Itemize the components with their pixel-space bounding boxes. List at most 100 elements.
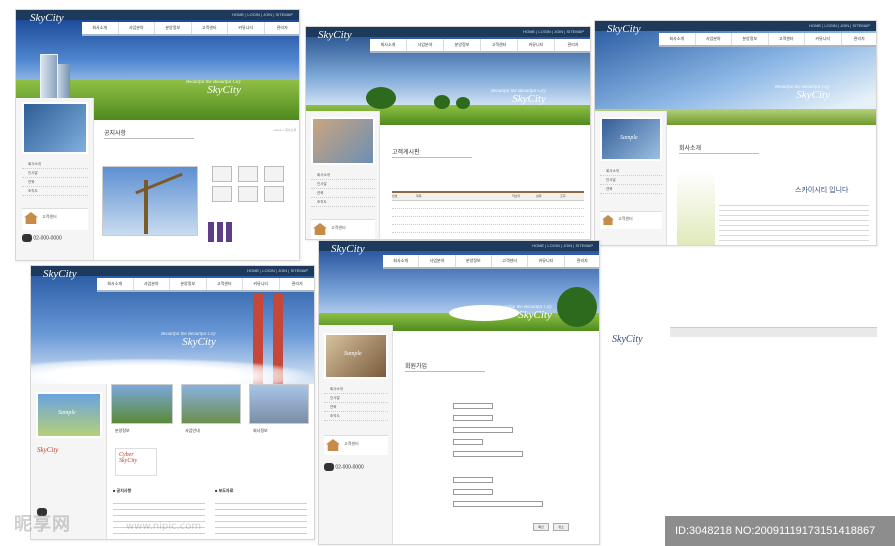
submit-button[interactable]: 확인	[533, 523, 549, 531]
site-logo[interactable]: SkyCity	[607, 23, 641, 35]
nav-item[interactable]: 고객센터	[192, 22, 228, 34]
nav-item[interactable]: 관리자	[265, 22, 300, 34]
hero-banner: Beautiful the Beautiful City SkyCity	[31, 276, 314, 384]
sidebar-item[interactable]: 연혁	[22, 178, 88, 187]
site-logo[interactable]: SkyCity	[43, 268, 77, 280]
nav-item[interactable]: 사업분야	[419, 255, 456, 267]
nav-item[interactable]: 커뮤니티	[518, 39, 555, 51]
form-field[interactable]	[453, 439, 483, 445]
sidebar-item[interactable]: 연혁	[324, 403, 388, 412]
news-list	[215, 498, 307, 534]
site-mockup-3: HOME | LOGIN | JOIN | SITEMAP Beautiful …	[594, 20, 877, 246]
nav-item[interactable]: 고객센터	[769, 33, 805, 45]
house-icon	[326, 439, 340, 451]
sidebar-item[interactable]: 회사소개	[324, 385, 388, 394]
table-header: 번호 제목 작성자 날짜 조회	[392, 191, 584, 201]
about-text	[719, 201, 869, 241]
thumb-caption: 사업안내	[185, 428, 200, 433]
sidebar-item[interactable]: 인사말	[22, 169, 88, 178]
photo-thumb[interactable]	[111, 384, 173, 424]
support-box: 고객센터	[311, 219, 375, 239]
table-row[interactable]	[392, 201, 584, 209]
sidebar-item[interactable]: 연혁	[311, 189, 375, 198]
nav-item[interactable]: 관리자	[280, 278, 315, 290]
sample-label: Sample	[620, 135, 638, 141]
hero-small-text: Beautiful the Beautiful City	[491, 89, 546, 94]
sidebar-item[interactable]: 회사소개	[22, 160, 88, 169]
nav-item[interactable]: 고객센터	[492, 255, 529, 267]
nav-item[interactable]: 분양정보	[170, 278, 207, 290]
form-field[interactable]	[453, 427, 513, 433]
sidebar-item[interactable]: 회사소개	[311, 171, 375, 180]
sidebar-item[interactable]: 조직도	[311, 198, 375, 207]
nav-item[interactable]: 관리자	[842, 33, 877, 45]
hero-large-text: SkyCity	[207, 84, 241, 96]
sample-photo: Sample	[36, 392, 102, 438]
sidebar-item[interactable]: 인사말	[600, 176, 662, 185]
cyber-banner[interactable]: Cyber SkyCity	[115, 448, 157, 476]
page-title: 고객게시판	[392, 147, 472, 158]
nav-item[interactable]: 회사소개	[97, 278, 134, 290]
thumb-caption: 회사정보	[253, 428, 268, 433]
form-field[interactable]	[453, 489, 493, 495]
sidebar-menu: 회사소개 인사말 연혁	[600, 167, 662, 194]
nav-item[interactable]: 회사소개	[659, 33, 696, 45]
form-field[interactable]	[453, 451, 523, 457]
cancel-button[interactable]: 취소	[553, 523, 569, 531]
sidebar-item[interactable]: 회사소개	[600, 167, 662, 176]
photo-thumb[interactable]	[249, 384, 309, 424]
sidebar-item[interactable]: 인사말	[311, 180, 375, 189]
nav-item[interactable]: 사업분야	[134, 278, 170, 290]
hero-small-text: Beautiful the Beautiful City	[186, 80, 241, 85]
table-row[interactable]	[392, 209, 584, 217]
form-field[interactable]	[453, 501, 543, 507]
nav-item[interactable]: 분양정보	[732, 33, 769, 45]
coffee-photo: Sample	[324, 333, 388, 379]
site-mockup-5: HOME | LOGIN | JOIN | SITEMAP Beautiful …	[318, 240, 600, 545]
sidebar-item[interactable]: 연혁	[600, 185, 662, 194]
nav-item[interactable]: 커뮤니티	[528, 255, 565, 267]
sidebar-item[interactable]: 조직도	[22, 187, 88, 196]
photo-thumb[interactable]	[181, 384, 241, 424]
site-logo[interactable]: SkyCity	[318, 29, 352, 41]
table-row[interactable]	[392, 217, 584, 225]
nav-item[interactable]: 분양정보	[444, 39, 481, 51]
nav-item[interactable]: 고객센터	[207, 278, 243, 290]
construction-photo	[102, 166, 198, 236]
nav-item[interactable]: 사업분야	[696, 33, 732, 45]
nav-item[interactable]: 고객센터	[481, 39, 518, 51]
form-field[interactable]	[453, 403, 493, 409]
nav-item[interactable]: 사업분야	[407, 39, 444, 51]
site-logo[interactable]: SkyCity	[331, 243, 365, 255]
news-heading: ■ 보도자료	[215, 488, 234, 493]
sidebar-menu: 회사소개 인사말 연혁 조직도	[324, 385, 388, 421]
hero-large-text: SkyCity	[182, 336, 216, 348]
form-field[interactable]	[453, 415, 493, 421]
nav-item[interactable]: 커뮤니티	[243, 278, 280, 290]
skyscraper-image	[40, 54, 58, 100]
nav-item[interactable]: 커뮤니티	[228, 22, 265, 34]
nav-item[interactable]: 분양정보	[155, 22, 192, 34]
phone-number: 02-000-0000	[33, 235, 62, 242]
sidebar-menu: 회사소개 인사말 연혁 조직도	[311, 171, 375, 207]
house-icon	[24, 212, 38, 224]
footer-logo: SkyCity	[612, 334, 643, 345]
form-field[interactable]	[453, 477, 493, 483]
main-nav: 회사소개 사업분야 분양정보 고객센터 커뮤니티 관리자	[370, 39, 590, 53]
nav-item[interactable]: 회사소개	[383, 255, 420, 267]
phone-box: 02-000-0000	[22, 234, 62, 242]
nav-item[interactable]: 커뮤니티	[805, 33, 842, 45]
sidebar-item[interactable]: 인사말	[324, 394, 388, 403]
nav-item[interactable]: 사업분야	[119, 22, 155, 34]
main-nav: 회사소개 사업분야 분양정보 고객센터 커뮤니티 관리자	[97, 278, 315, 292]
sidebar-item[interactable]: 조직도	[324, 412, 388, 421]
nav-item[interactable]: 회사소개	[82, 22, 119, 34]
nav-item[interactable]: 관리자	[555, 39, 590, 51]
nav-item[interactable]: 회사소개	[370, 39, 407, 51]
nav-item[interactable]: 관리자	[565, 255, 599, 267]
hero-large-text: SkyCity	[512, 93, 546, 105]
nav-item[interactable]: 분양정보	[456, 255, 492, 267]
table-row[interactable]	[392, 225, 584, 233]
sidebar-menu: 회사소개 인사말 연혁 조직도	[22, 160, 88, 196]
site-logo[interactable]: SkyCity	[30, 12, 64, 24]
